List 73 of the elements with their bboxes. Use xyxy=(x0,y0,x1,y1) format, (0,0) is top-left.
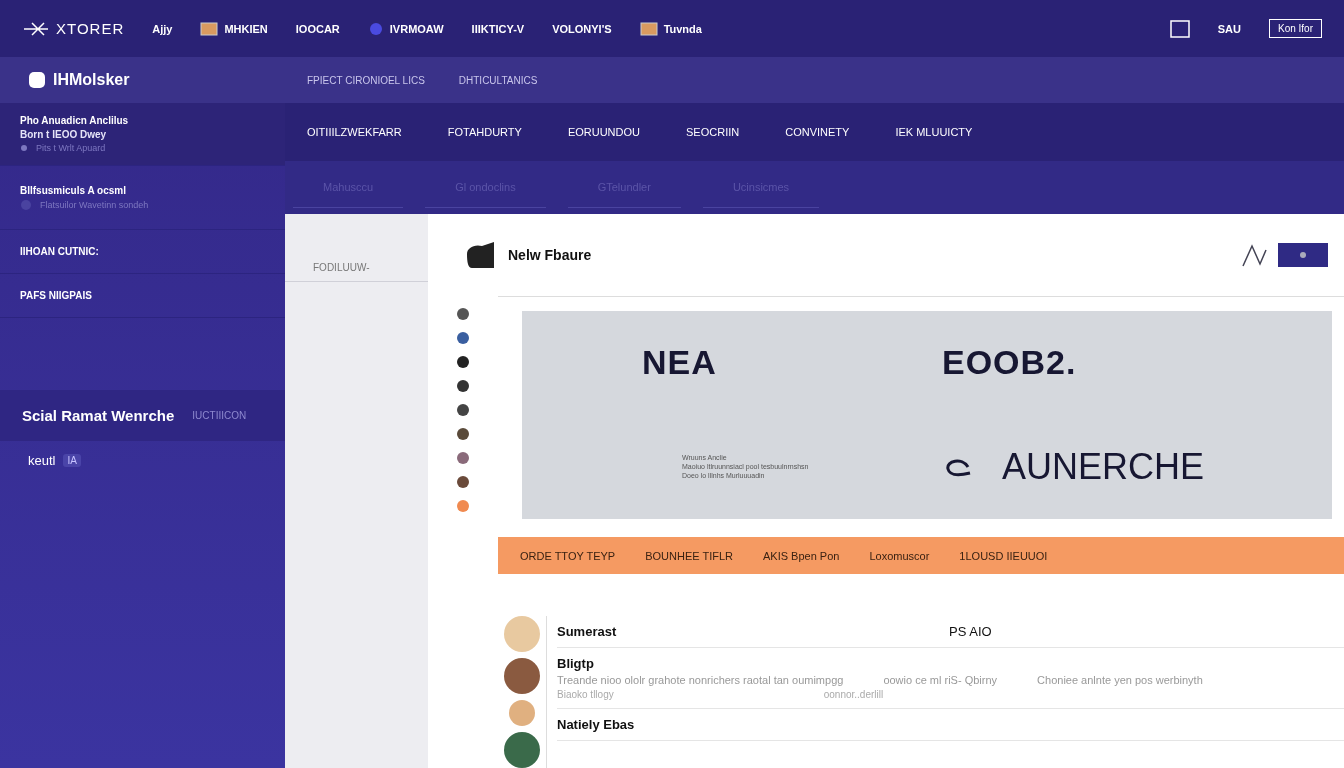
nav-link[interactable]: Tuvnda xyxy=(639,21,702,36)
strip-text: AKIS Bpen Pon xyxy=(763,549,840,562)
sidebar-subtitle: Born t IEOO Dwey xyxy=(20,129,108,140)
tool-icon xyxy=(455,426,471,442)
dot-icon xyxy=(1299,251,1307,259)
section-link[interactable]: IEK MLUUICTY xyxy=(895,126,973,138)
blob-icon xyxy=(367,20,384,37)
sidebar-title: Pho Anuadicn Anclilus xyxy=(20,115,130,126)
tool-icon xyxy=(455,306,471,322)
panel-title: Nelw Fbaure xyxy=(508,247,592,263)
sub-nav-link[interactable]: DHTICULTANICS xyxy=(458,74,538,86)
sidebar-hint: Pits t Wrlt Apuard xyxy=(36,143,106,153)
strip-text: ORDE TTOY TEYP xyxy=(520,549,616,562)
nav-link[interactable]: Ajjy xyxy=(152,22,173,35)
sidebar-item[interactable]: Bllfsusmiculs A ocsml xyxy=(20,184,265,196)
note-text: Biaoko tllogy xyxy=(557,689,614,700)
person-value: PS AIO xyxy=(949,624,992,639)
banner-headline: EOOB2. xyxy=(942,342,1078,382)
section-link[interactable]: FOTAHDURTY xyxy=(447,126,522,138)
sidebar-hint: Flatsuilor Wavetinn sondeh xyxy=(40,199,149,210)
featured-tag: IUCTIIICON xyxy=(192,410,247,421)
strip-text: 1LOUSD IIEUUOI xyxy=(959,549,1048,562)
dot-icon xyxy=(20,144,28,152)
sidebar-item[interactable]: PAFS NIIGPAIS xyxy=(20,290,265,301)
featured-title: Scial Ramat Wenrche xyxy=(22,407,175,424)
tool-icon xyxy=(455,330,471,346)
nav-link[interactable]: IIIKTICY-V xyxy=(471,22,525,35)
sidebar-item[interactable]: IIHOAN CUTNIC: xyxy=(20,246,265,257)
brand-name: IHMolsker xyxy=(53,71,130,89)
frame-icon xyxy=(1169,19,1190,38)
nav-link[interactable]: IOOCAR xyxy=(295,22,340,35)
section-link[interactable]: CONVINETY xyxy=(785,126,850,138)
action-button[interactable] xyxy=(1278,243,1328,267)
circle-icon xyxy=(20,198,32,211)
avatar xyxy=(504,658,540,694)
nav-link[interactable]: IVRMOAW xyxy=(367,20,444,37)
tool-icon xyxy=(455,354,471,370)
sidebar-item[interactable]: keutl xyxy=(28,453,56,468)
description-text: Choniee anlnte yen pos werbinyth xyxy=(1037,674,1203,686)
badge: IA xyxy=(63,454,81,467)
nav-link[interactable]: SAU xyxy=(1217,22,1241,35)
sub-nav-link[interactable]: FPIECT CIRONIOEL LICS xyxy=(307,74,425,86)
description-text: oowio ce ml riS- Qbirny xyxy=(883,674,998,686)
avatar xyxy=(504,616,540,652)
strip-text: Loxomuscor xyxy=(869,549,930,562)
person-name: Bligtp xyxy=(557,656,595,671)
nav-link[interactable]: VOLONYI'S xyxy=(552,22,612,35)
tool-icon xyxy=(455,450,471,466)
tool-icon xyxy=(455,474,471,490)
tool-icon xyxy=(455,378,471,394)
section-link[interactable]: OITIIILZWEKFARR xyxy=(307,126,402,138)
note-text: oonnor..derlill xyxy=(823,689,884,700)
person-name: Sumerast xyxy=(557,624,618,639)
image-icon xyxy=(200,21,219,36)
logo-icon xyxy=(27,70,47,90)
banner-title: AUNERCHE xyxy=(1002,445,1205,488)
nav-link[interactable]: MHKIEN xyxy=(200,21,268,36)
person-name: Natiely Ebas xyxy=(557,717,636,732)
section-link[interactable]: SEOCRIIN xyxy=(686,126,740,138)
section-link[interactable]: EORUUNDOU xyxy=(567,126,640,138)
description-text: Treande nioo ololr grahote nonrichers raotal tan oumimpgg xyxy=(557,674,844,686)
avatar xyxy=(504,732,540,768)
avatar xyxy=(509,700,535,726)
arrow-cross-icon xyxy=(22,20,50,37)
strip-text: BOUNHEE TIFLR xyxy=(645,549,733,562)
tool-icon xyxy=(455,498,471,514)
header-button[interactable]: Kon Ifor xyxy=(1268,19,1322,38)
brand-name: XTORER xyxy=(56,20,125,37)
panel-label: FODILUUW- xyxy=(313,262,370,273)
image-icon xyxy=(639,21,658,36)
brand-logo[interactable]: XTORER xyxy=(22,20,125,37)
banner-headline: NEA xyxy=(642,342,718,382)
tool-icon xyxy=(455,402,471,418)
